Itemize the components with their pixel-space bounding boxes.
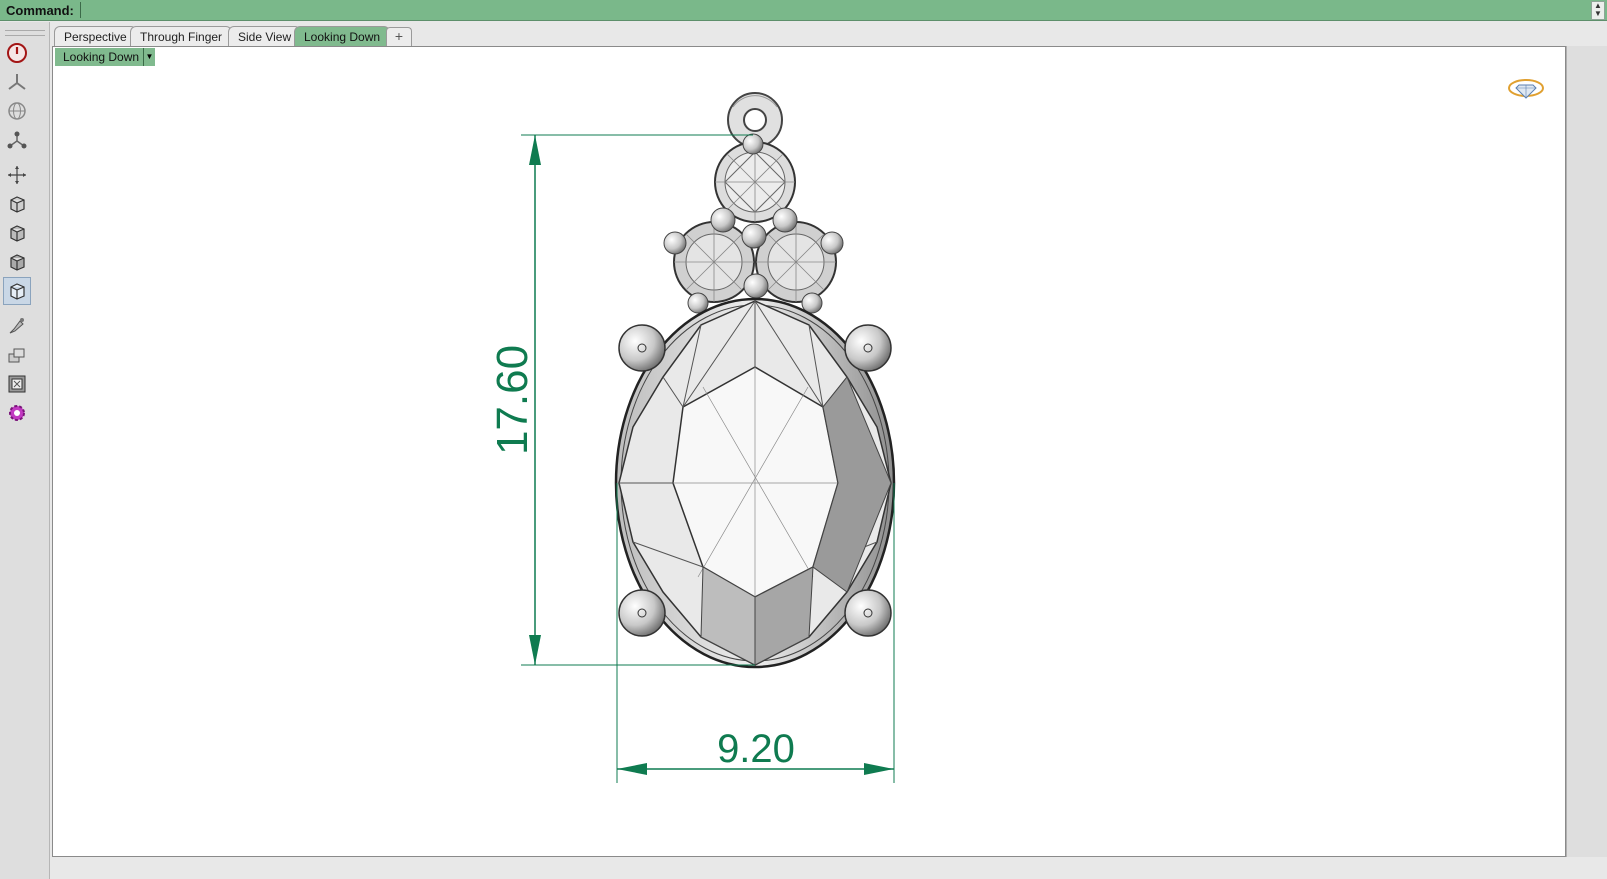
height-dimension-label: 17.60	[488, 345, 537, 455]
toolbar-grip[interactable]	[5, 30, 45, 36]
command-scroll-button[interactable]: ▲ ▼	[1591, 1, 1605, 20]
tab-perspective[interactable]: Perspective	[54, 26, 137, 46]
command-input[interactable]	[80, 2, 1595, 18]
command-bar: Command: ▲ ▼	[0, 0, 1607, 21]
tab-side-view[interactable]: Side View	[228, 26, 302, 46]
tab-looking-down[interactable]: Looking Down	[294, 26, 391, 46]
layers-edit-icon[interactable]	[3, 341, 31, 369]
box-view-icon[interactable]	[3, 219, 31, 247]
frame-icon[interactable]	[3, 370, 31, 398]
power-icon[interactable]	[3, 39, 31, 67]
box-view-icon[interactable]	[3, 277, 31, 305]
width-dimension-label: 9.20	[717, 727, 795, 771]
right-panel	[1566, 46, 1607, 857]
diamond-logo-icon	[1508, 79, 1544, 99]
globe-icon[interactable]	[3, 97, 31, 125]
axis-tripod-icon[interactable]	[3, 68, 31, 96]
paintbrush-icon[interactable]	[3, 312, 31, 340]
viewport-looking-down[interactable]: Looking Down ▼ 17.60 9.20	[52, 46, 1566, 857]
tab-through-finger[interactable]: Through Finger	[130, 26, 233, 46]
box-view-icon[interactable]	[3, 248, 31, 276]
nodes-icon[interactable]	[3, 126, 31, 154]
move-gumball-icon[interactable]	[3, 161, 31, 189]
gear-icon[interactable]	[3, 399, 31, 427]
viewport-tabs: Perspective Through Finger Side View Loo…	[52, 22, 1607, 46]
box-view-icon[interactable]	[3, 190, 31, 218]
left-toolbar	[0, 22, 50, 879]
command-label: Command:	[6, 3, 74, 18]
jewelry-drawing: 17.60 9.20	[488, 79, 1544, 783]
add-tab-button[interactable]: +	[386, 27, 412, 46]
